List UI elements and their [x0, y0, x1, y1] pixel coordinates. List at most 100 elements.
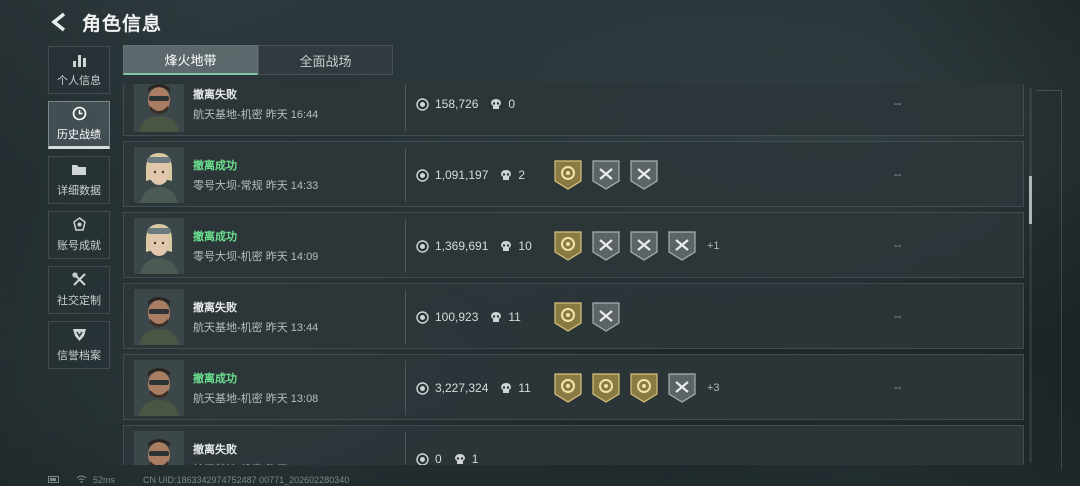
extra-stat: -- [894, 382, 902, 394]
operator-avatar [134, 431, 184, 465]
emblem-icon [71, 217, 87, 232]
gold-medal-icon[interactable] [553, 230, 583, 262]
kill-count: 0 [508, 97, 516, 111]
match-row[interactable]: 撤离成功 航天基地-机密 昨天 13:08 3,227,324 11 +3 -- [123, 354, 1024, 420]
row-divider [405, 290, 406, 344]
match-row[interactable]: 撤离成功 零号大坝-机密 昨天 14:09 1,369,691 10 +1 -- [123, 212, 1024, 278]
map-and-time: 航天基地-机密 昨天 10:54 [193, 461, 318, 465]
match-info: 撤离失败航天基地-机密 昨天 10:54 [193, 426, 318, 465]
battery-icon [48, 475, 60, 485]
match-info: 撤离失败航天基地-机密 昨天 16:44 [193, 84, 318, 137]
operator-avatar [134, 84, 184, 132]
extraction-result: 撤离成功 [193, 231, 237, 243]
value-amount: 0 [435, 452, 442, 465]
sidebar-item-label: 社交定制 [57, 294, 101, 307]
match-stats: 3,227,324 11 [416, 355, 531, 421]
skull-icon [490, 98, 502, 110]
map-and-time: 航天基地-机密 昨天 13:08 [193, 393, 319, 405]
shield-icon [71, 328, 87, 342]
gold-medal-icon[interactable] [553, 372, 583, 404]
silver-medal-icon[interactable] [667, 372, 697, 404]
coin-icon [416, 168, 429, 182]
kill-count: 2 [518, 168, 526, 182]
coin-icon [416, 310, 429, 324]
match-row[interactable]: 撤离失败航天基地-机密 昨天 16:44 158,726 0 -- [123, 84, 1024, 136]
match-stats: 01 [416, 426, 478, 465]
match-row[interactable]: 撤离失败航天基地-机密 昨天 10:5401 [123, 425, 1024, 465]
extraction-result: 撤离失败 [193, 444, 237, 456]
silver-medal-icon[interactable] [629, 159, 659, 191]
player-uid: CN UID:1863342974752487 00771_2026022803… [143, 475, 350, 485]
value-amount: 1,091,197 [435, 168, 489, 182]
match-history-list: 撤离失败 航天基地-机密 昨天 16:44 158,726 0 -- 撤离成功 零号大坝-常… [123, 84, 1024, 465]
gold-medal-icon[interactable] [591, 372, 621, 404]
skull-icon [454, 453, 466, 465]
silver-medal-icon[interactable] [591, 159, 621, 191]
match-row[interactable]: 撤离成功零号大坝-常规 昨天 14:33 1,091,197 2 -- [123, 141, 1024, 207]
gold-medal-icon[interactable] [553, 301, 583, 333]
operator-avatar [134, 218, 184, 274]
value-amount: 158,726 [435, 97, 479, 111]
sidebar-item-label: 信誉档案 [57, 349, 101, 362]
sidebar-item-achievements[interactable]: 账号成就 [48, 211, 110, 259]
coin-icon [416, 452, 429, 465]
gold-medal-icon[interactable] [629, 372, 659, 404]
medal-badges: +1 [553, 213, 720, 279]
match-row[interactable]: 撤离失败 航天基地-机密 昨天 13:44 100,923 11 -- [123, 283, 1024, 349]
sidebar-item-match-history[interactable]: 历史战绩 [48, 101, 110, 149]
medal-badges [553, 284, 621, 350]
scrollbar-thumb[interactable] [1029, 176, 1032, 224]
gold-medal-icon[interactable] [553, 159, 583, 191]
map-and-time: 航天基地-机密 昨天 13:44 [193, 322, 319, 334]
sidebar-item-credit-record[interactable]: 信誉档案 [48, 321, 110, 369]
background-frame [1036, 90, 1062, 470]
extra-stat: -- [894, 98, 902, 110]
coin-icon [416, 381, 429, 395]
back-arrow-icon[interactable] [48, 11, 70, 33]
clock-icon [71, 106, 87, 121]
kill-count: 1 [471, 452, 479, 465]
extraction-result: 撤离失败 [193, 302, 237, 314]
wifi-icon [76, 475, 87, 485]
skull-icon [500, 240, 512, 252]
extra-stat: -- [894, 311, 902, 323]
operator-avatar [134, 289, 184, 345]
extra-stat: -- [894, 169, 902, 181]
sidebar-item-social-custom[interactable]: 社交定制 [48, 266, 110, 314]
bar-chart-icon [71, 53, 87, 67]
row-divider [405, 219, 406, 273]
operator-avatar [134, 147, 184, 203]
ping-value: 52ms [93, 475, 116, 485]
map-and-time: 航天基地-机密 昨天 16:44 [193, 109, 319, 121]
tab-full-battlefield[interactable]: 全面战场 [258, 45, 393, 75]
sidebar-item-personal-info[interactable]: 个人信息 [48, 46, 110, 94]
kill-count: 11 [518, 381, 531, 395]
sidebar-item-detailed-data[interactable]: 详细数据 [48, 156, 110, 204]
extraction-result: 撤离失败 [193, 89, 237, 101]
sidebar-item-label: 历史战绩 [57, 128, 101, 141]
extra-stat: -- [894, 240, 902, 252]
silver-medal-icon[interactable] [591, 301, 621, 333]
value-amount: 100,923 [435, 310, 479, 324]
map-and-time: 零号大坝-常规 昨天 14:33 [193, 180, 319, 192]
skull-icon [500, 382, 512, 394]
match-stats: 158,726 0 [416, 84, 515, 137]
row-divider [405, 361, 406, 415]
row-divider [405, 148, 406, 202]
silver-medal-icon[interactable] [629, 230, 659, 262]
medal-badges [553, 142, 659, 208]
wrench-cross-icon [71, 272, 87, 287]
folder-icon [71, 163, 87, 177]
extraction-result: 撤离成功 [193, 373, 237, 385]
scrollbar[interactable] [1029, 88, 1032, 463]
more-medals-count: +1 [707, 240, 720, 252]
page-title: 角色信息 [82, 13, 163, 35]
sidebar-item-label: 详细数据 [57, 184, 101, 197]
match-stats: 1,091,197 2 [416, 142, 525, 208]
tab-hazard-zone[interactable]: 烽火地带 [123, 45, 258, 75]
extraction-result: 撤离成功 [193, 160, 237, 172]
sidebar-item-label: 账号成就 [57, 239, 101, 252]
silver-medal-icon[interactable] [591, 230, 621, 262]
match-info: 撤离成功零号大坝-常规 昨天 14:33 [193, 142, 318, 208]
silver-medal-icon[interactable] [667, 230, 697, 262]
